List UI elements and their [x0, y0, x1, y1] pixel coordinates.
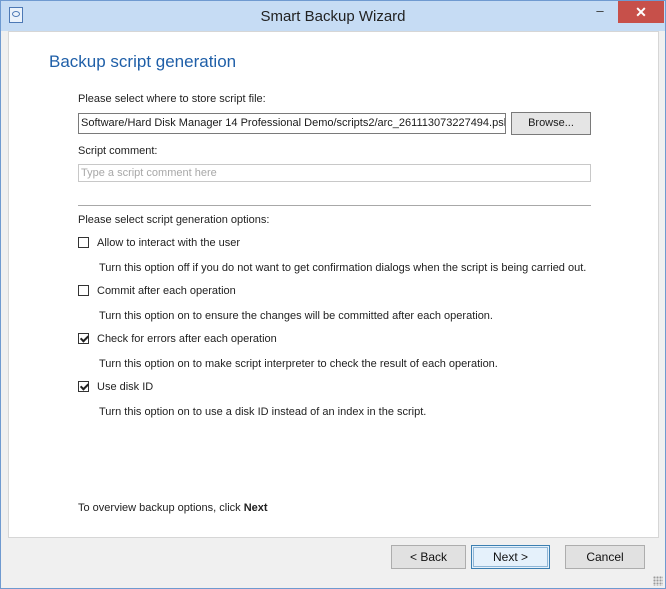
script-path-field[interactable]: Software/Hard Disk Manager 14 Profession…	[78, 113, 506, 134]
commit-each-description: Turn this option on to ensure the change…	[99, 310, 493, 322]
check-errors-label[interactable]: Check for errors after each operation	[97, 333, 277, 345]
back-button[interactable]: < Back	[391, 545, 466, 569]
script-comment-placeholder: Type a script comment here	[81, 167, 217, 179]
use-disk-id-checkbox[interactable]	[78, 381, 89, 392]
footer-hint-text: To overview backup options, click	[78, 502, 244, 514]
browse-button[interactable]: Browse...	[511, 112, 591, 135]
close-button[interactable]: ✕	[618, 1, 664, 23]
cancel-button[interactable]: Cancel	[565, 545, 645, 569]
section-divider	[78, 205, 591, 206]
options-label: Please select script generation options:	[78, 214, 270, 226]
check-errors-checkbox[interactable]	[78, 333, 89, 344]
page-title: Backup script generation	[49, 52, 237, 71]
script-path-value: Software/Hard Disk Manager 14 Profession…	[81, 117, 506, 129]
wizard-content-panel: Backup script generation Please select w…	[8, 31, 659, 538]
use-disk-id-label[interactable]: Use disk ID	[97, 381, 153, 393]
commit-each-label[interactable]: Commit after each operation	[97, 285, 236, 297]
resize-grip[interactable]	[653, 576, 663, 586]
script-comment-field[interactable]: Type a script comment here	[78, 164, 591, 182]
footer-hint-next: Next	[243, 502, 268, 514]
minimize-button[interactable]: –	[585, 1, 615, 23]
commit-each-checkbox[interactable]	[78, 285, 89, 296]
store-location-label: Please select where to store script file…	[78, 93, 266, 105]
window-title: Smart Backup Wizard	[260, 8, 406, 25]
use-disk-id-description: Turn this option on to use a disk ID ins…	[99, 406, 427, 418]
title-bar[interactable]: Smart Backup Wizard – ✕	[1, 1, 665, 31]
footer-hint: To overview backup options, click Next	[78, 502, 268, 514]
wizard-window: Smart Backup Wizard – ✕ Backup script ge…	[0, 0, 666, 589]
next-button[interactable]: Next >	[471, 545, 550, 569]
script-comment-label: Script comment:	[78, 145, 158, 157]
allow-interact-description: Turn this option off if you do not want …	[99, 262, 587, 274]
allow-interact-label[interactable]: Allow to interact with the user	[97, 237, 240, 249]
allow-interact-checkbox[interactable]	[78, 237, 89, 248]
check-errors-description: Turn this option on to make script inter…	[99, 358, 498, 370]
